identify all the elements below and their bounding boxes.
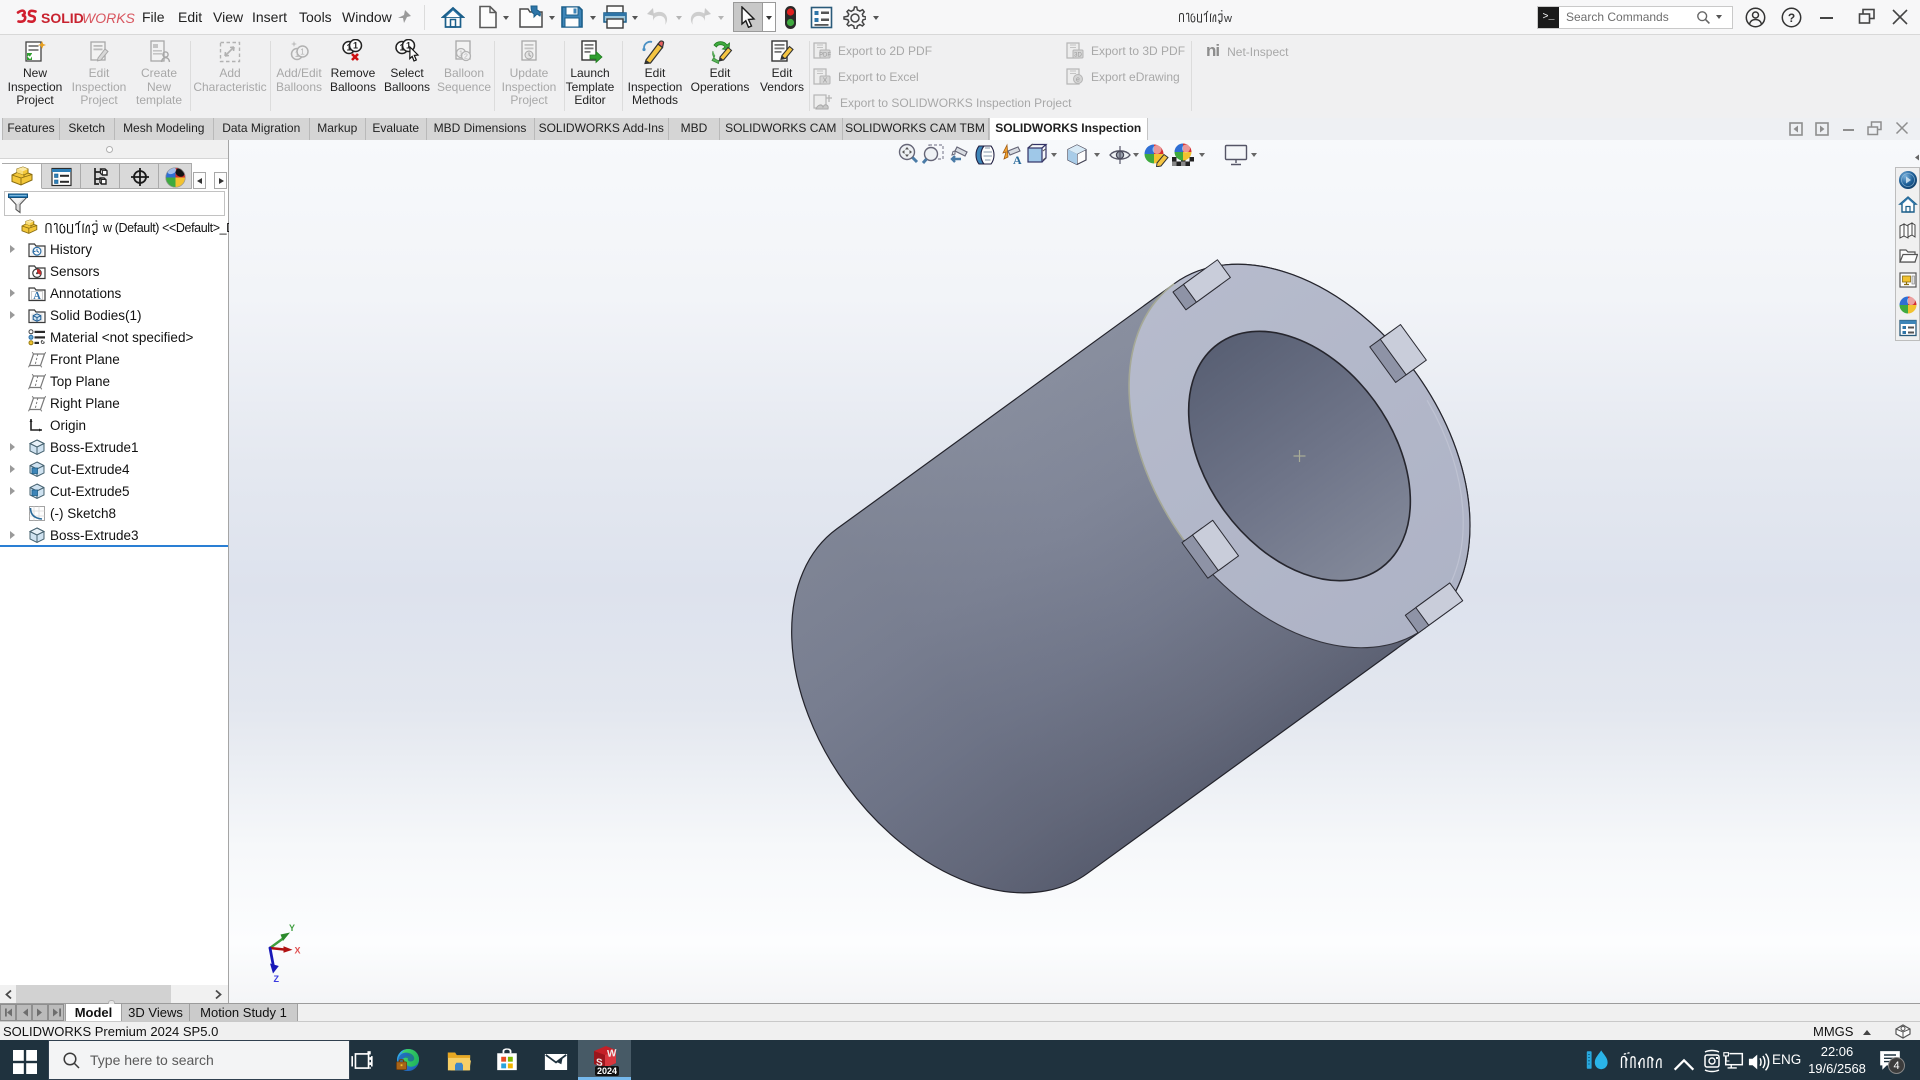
svg-text:X: X bbox=[823, 78, 828, 85]
svg-text:1: 1 bbox=[459, 51, 463, 58]
svg-text:2: 2 bbox=[464, 54, 468, 61]
svg-text:1: 1 bbox=[295, 50, 300, 59]
svg-text:e: e bbox=[1076, 77, 1080, 84]
svg-text:Y: Y bbox=[289, 923, 295, 933]
svg-text:SOLID: SOLID bbox=[41, 10, 84, 26]
svg-text:A: A bbox=[1013, 153, 1022, 167]
svg-text:2024: 2024 bbox=[597, 1066, 617, 1076]
svg-text:1: 1 bbox=[346, 43, 351, 53]
svg-text:1: 1 bbox=[300, 48, 305, 57]
svg-text:?: ? bbox=[1788, 11, 1795, 25]
svg-text:X: X bbox=[295, 946, 301, 956]
svg-text:A: A bbox=[33, 291, 41, 302]
svg-text:1: 1 bbox=[399, 43, 404, 53]
svg-text:1: 1 bbox=[353, 41, 358, 51]
svg-text:3D: 3D bbox=[1074, 53, 1082, 59]
svg-text:WORKS: WORKS bbox=[82, 10, 136, 26]
svg-text:Z: Z bbox=[274, 974, 280, 984]
svg-text:PDF: PDF bbox=[819, 53, 831, 59]
svg-text:w: w bbox=[1223, 13, 1232, 25]
svg-text:W: W bbox=[607, 1048, 617, 1060]
